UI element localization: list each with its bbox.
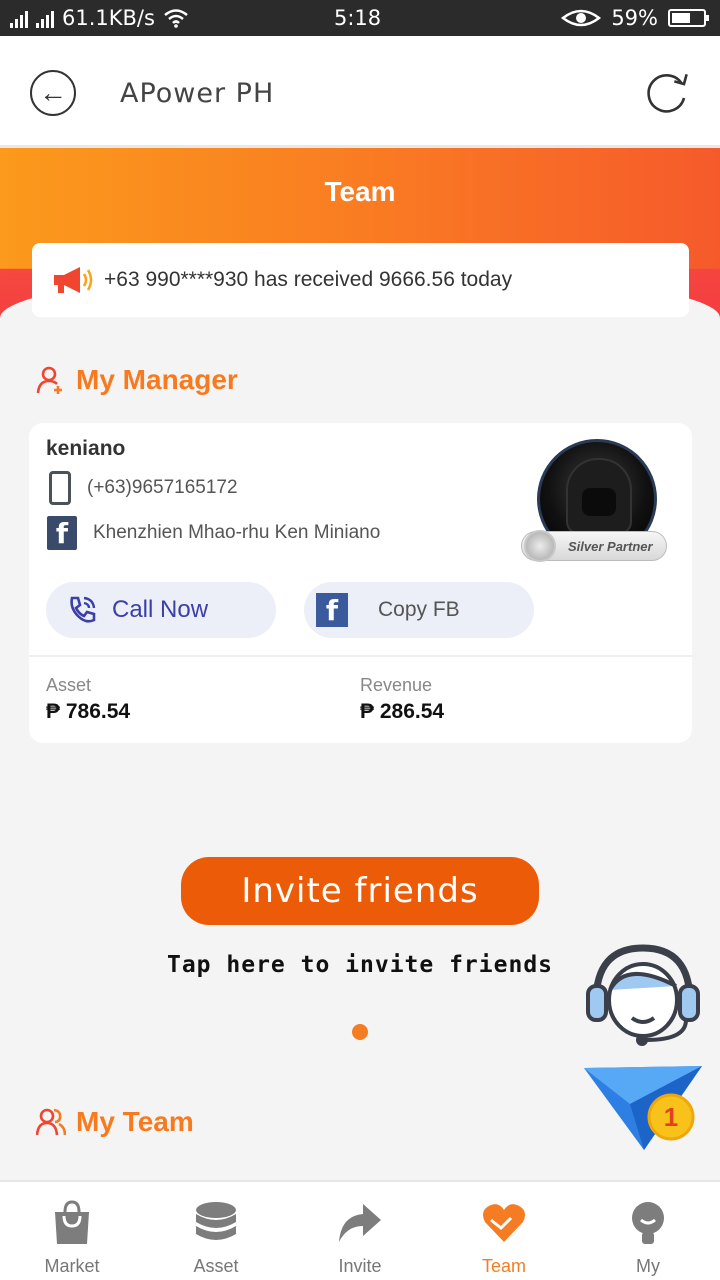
phone-icon (49, 471, 71, 505)
manager-phone-row: (+63)9657165172 (49, 471, 238, 505)
asset-label: Asset (46, 675, 92, 695)
nav-market[interactable]: Market (0, 1182, 144, 1280)
asset-value: ₱ 786.54 (46, 700, 131, 723)
call-now-label: Call Now (112, 596, 209, 623)
nav-invite[interactable]: Invite (288, 1182, 432, 1280)
facebook-icon: f (47, 516, 77, 550)
signal-icon (10, 8, 28, 28)
badge-label: Silver Partner (568, 538, 653, 554)
bag-icon (55, 1200, 89, 1244)
nav-label: Market (44, 1256, 100, 1276)
nav-label: My (636, 1256, 660, 1276)
phone-call-icon (70, 596, 96, 623)
manager-facebook-name: Khenzhien Mhao-rhu Ken Miniano (93, 522, 381, 543)
share-arrow-icon (339, 1204, 381, 1242)
facebook-icon: f (316, 593, 348, 627)
eye-icon (561, 9, 602, 27)
user-add-icon (36, 366, 62, 394)
battery-level (672, 13, 690, 23)
app-title: APower PH (120, 78, 275, 109)
team-icon (36, 1108, 66, 1136)
network-speed: 61.1KB/s (62, 6, 155, 30)
refresh-button[interactable] (644, 70, 690, 116)
my-team-heading: My Team (36, 1106, 194, 1138)
person-icon (632, 1202, 664, 1244)
wifi-icon (164, 9, 188, 28)
nav-my[interactable]: My (576, 1182, 720, 1280)
customer-service-icon[interactable] (586, 940, 700, 1050)
revenue-label: Revenue (360, 675, 433, 695)
signal-icon (36, 8, 54, 28)
arrow-left-icon: ← (39, 77, 67, 108)
heart-hands-icon (483, 1204, 525, 1242)
battery-icon (668, 9, 709, 27)
clock: 5:18 (334, 6, 382, 30)
manager-name: keniano (46, 437, 126, 460)
section-title-text: My Manager (76, 364, 238, 395)
asset-stat: Asset ₱ 786.54 (46, 675, 130, 724)
nav-team[interactable]: Team (432, 1182, 576, 1280)
notification-badge: 1 (647, 1093, 695, 1141)
paper-plane-button[interactable]: 1 (584, 1064, 704, 1156)
manager-phone: (+63)9657165172 (87, 477, 238, 498)
partner-badge: Silver Partner (521, 530, 667, 562)
coins-icon (196, 1202, 236, 1240)
revenue-stat: Revenue ₱ 286.54 (360, 675, 444, 724)
manager-facebook-row: f Khenzhien Mhao-rhu Ken Miniano (47, 516, 380, 550)
carousel-indicator[interactable] (352, 1024, 368, 1040)
app-bar: ← APower PH (0, 36, 720, 148)
nav-asset[interactable]: Asset (144, 1182, 288, 1280)
my-manager-heading: My Manager (36, 364, 238, 396)
manager-card: keniano (+63)9657165172 f Khenzhien Mhao… (29, 423, 692, 743)
nav-label: Team (481, 1256, 526, 1276)
copy-fb-label: Copy FB (378, 598, 460, 621)
nav-label: Invite (338, 1256, 382, 1276)
announcement-text: +63 990****930 has received 9666.56 toda… (104, 268, 513, 291)
card-divider (29, 655, 692, 657)
silver-medal-icon (524, 530, 556, 562)
back-button[interactable]: ← (30, 70, 76, 116)
page-title: Team (324, 176, 396, 207)
nav-label: Asset (193, 1256, 239, 1276)
announcement-bar: +63 990****930 has received 9666.56 toda… (32, 243, 689, 317)
megaphone-icon (54, 267, 93, 293)
section-title-text: My Team (76, 1106, 194, 1137)
invite-friends-button[interactable]: Invite friends (181, 857, 539, 925)
copy-fb-button[interactable]: f Copy FB (304, 582, 534, 638)
bottom-navigation: Market Asset Invite Team My (0, 1180, 720, 1280)
call-now-button[interactable]: Call Now (46, 582, 276, 638)
revenue-value: ₱ 286.54 (360, 700, 445, 723)
status-bar: 61.1KB/s 5:18 59% (0, 0, 720, 36)
notification-count: 1 (664, 1102, 678, 1132)
battery-percent: 59% (611, 6, 658, 30)
